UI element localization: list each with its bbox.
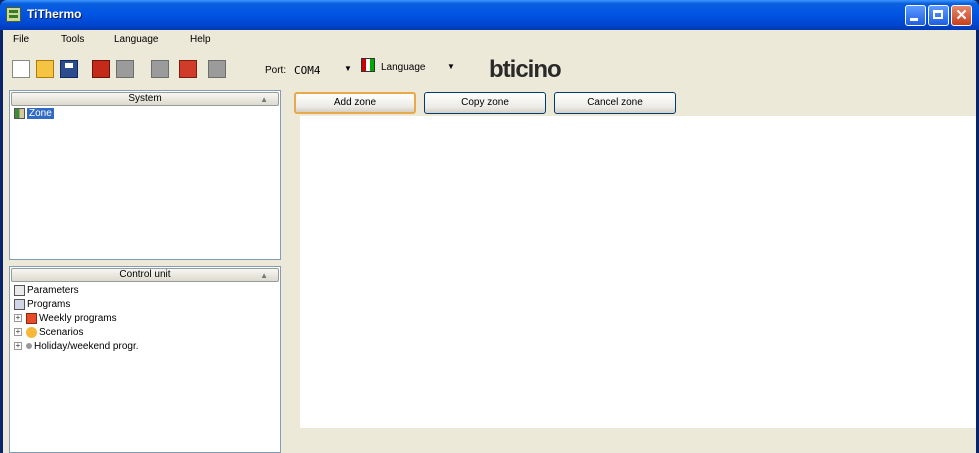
app-window: TiThermo ✕ File Tools Language Help Port… bbox=[0, 0, 979, 453]
brand-logo: bticino bbox=[489, 56, 562, 83]
copy-zone-button[interactable]: Copy zone bbox=[424, 92, 546, 114]
menu-tools[interactable]: Tools bbox=[61, 34, 84, 45]
tree-item-programs[interactable]: Programs bbox=[14, 298, 70, 312]
tree-item-weekly-programs[interactable]: + Weekly programs bbox=[14, 312, 117, 326]
port-value: COM4 bbox=[294, 64, 321, 77]
programs-icon bbox=[14, 298, 25, 310]
language-select[interactable]: Language bbox=[381, 62, 426, 73]
save-icon[interactable] bbox=[60, 60, 78, 78]
expand-icon[interactable]: + bbox=[14, 314, 22, 323]
menu-bar: File Tools Language Help bbox=[3, 30, 976, 50]
close-button[interactable]: ✕ bbox=[951, 5, 972, 26]
parameters-label: Parameters bbox=[27, 285, 79, 296]
control-unit-panel-title: Control unit bbox=[119, 269, 171, 280]
port-label: Port: bbox=[265, 65, 287, 76]
chevron-down-icon: ▼ bbox=[344, 64, 352, 73]
chevron-down-icon[interactable]: ▼ bbox=[447, 62, 455, 71]
left-pane: System ▲ Zone Control unit ▲ Parameters … bbox=[9, 90, 281, 453]
tree-item-scenarios[interactable]: + Scenarios bbox=[14, 326, 83, 340]
programs-label: Programs bbox=[27, 299, 71, 310]
collapse-icon[interactable]: ▲ bbox=[260, 94, 268, 106]
add-zone-button[interactable]: Add zone bbox=[294, 92, 416, 114]
new-file-icon[interactable] bbox=[12, 60, 30, 78]
zone-icon bbox=[14, 107, 25, 119]
holiday-icon bbox=[26, 343, 32, 350]
menu-language[interactable]: Language bbox=[114, 34, 159, 45]
status-strip bbox=[300, 430, 976, 450]
system-panel-title: System bbox=[128, 93, 162, 104]
minimize-button[interactable] bbox=[905, 5, 926, 26]
zone-content-area bbox=[300, 116, 976, 428]
language-flag-icon[interactable] bbox=[361, 58, 375, 72]
parameters-icon bbox=[14, 284, 25, 296]
open-folder-icon[interactable] bbox=[36, 60, 54, 78]
system-panel: System ▲ Zone bbox=[9, 90, 281, 260]
control-unit-panel: Control unit ▲ Parameters Programs + Week… bbox=[9, 266, 281, 453]
tree-item-holiday[interactable]: + Holiday/weekend progr. bbox=[14, 340, 139, 354]
disconnect-icon[interactable] bbox=[92, 60, 110, 78]
port-select[interactable]: COM4 ▼ bbox=[290, 61, 353, 78]
system-panel-header[interactable]: System ▲ bbox=[11, 92, 279, 106]
maximize-icon bbox=[933, 10, 943, 19]
calendar-icon bbox=[26, 312, 37, 324]
report-icon[interactable] bbox=[208, 60, 226, 78]
weekly-programs-label: Weekly programs bbox=[39, 313, 117, 324]
title-bar[interactable]: TiThermo ✕ bbox=[0, 0, 979, 30]
scenarios-label: Scenarios bbox=[39, 327, 84, 338]
close-icon: ✕ bbox=[955, 7, 968, 24]
zone-workspace: Add zone Copy zone Cancel zone bbox=[286, 90, 976, 453]
control-unit-panel-header[interactable]: Control unit ▲ bbox=[11, 268, 279, 282]
holiday-label: Holiday/weekend progr. bbox=[34, 341, 139, 352]
thermostat-app-icon bbox=[6, 7, 21, 22]
maximize-button[interactable] bbox=[928, 5, 949, 26]
tree-item-parameters[interactable]: Parameters bbox=[14, 284, 79, 298]
toolbar: Port: COM4 ▼ Language ▼ bticino bbox=[3, 52, 976, 86]
tree-item-zone[interactable]: Zone bbox=[14, 107, 54, 121]
menu-help[interactable]: Help bbox=[190, 34, 211, 45]
cancel-zone-button[interactable]: Cancel zone bbox=[554, 92, 676, 114]
window-title: TiThermo bbox=[27, 7, 82, 21]
transmit-icon[interactable] bbox=[151, 60, 169, 78]
send-icon[interactable] bbox=[179, 60, 197, 78]
expand-icon[interactable]: + bbox=[14, 342, 22, 351]
client-area: File Tools Language Help Port: COM4 ▼ La… bbox=[3, 30, 976, 453]
collapse-icon[interactable]: ▲ bbox=[260, 270, 268, 282]
menu-file[interactable]: File bbox=[13, 34, 29, 45]
expand-icon[interactable]: + bbox=[14, 328, 22, 337]
minimize-icon bbox=[910, 18, 918, 21]
zone-label: Zone bbox=[27, 108, 54, 119]
scenario-icon bbox=[26, 326, 37, 338]
receive-icon[interactable] bbox=[116, 60, 134, 78]
